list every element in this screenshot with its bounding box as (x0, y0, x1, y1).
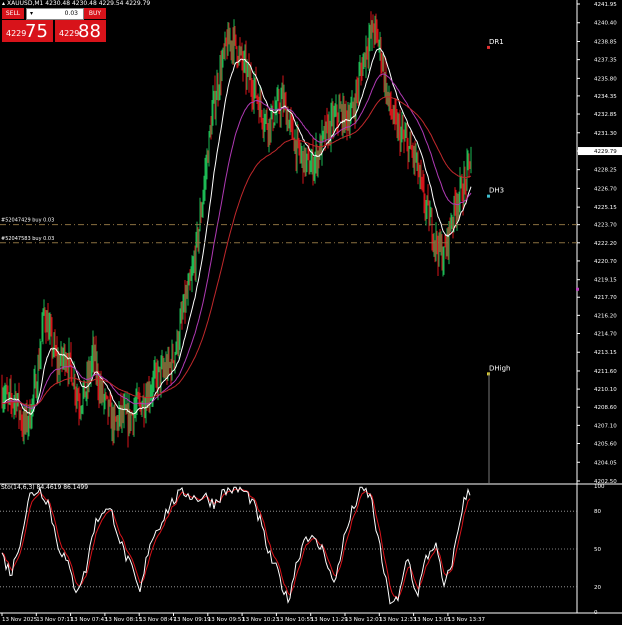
price-tick-label: 4211.60 (594, 369, 617, 375)
buy-price-prefix: 4229 (59, 29, 80, 38)
price-axis: 4241.95 4240.40 4238.85 4237.35 4235.80 4234.… (577, 2, 622, 485)
stoch-axis-label: 20 (594, 585, 601, 591)
chart-grid (0, 0, 622, 614)
time-tick-label: 13 Nov 11:29 (311, 617, 349, 623)
time-tick-label: 13 Nov 10:23 (242, 617, 280, 623)
time-tick-label: 13 Nov 08:47 (139, 617, 177, 623)
time-tick-label: 13 Nov 2025 (2, 617, 38, 623)
one-click-trade-panel: SELL ▾ 0.03 BUY 4229 75 4229 88 (2, 8, 106, 42)
price-tick-label: 4219.15 (594, 278, 617, 284)
price-tick-label: 4240.40 (594, 21, 617, 27)
level-markers: DR1 DH3 DHigh (487, 38, 579, 483)
sell-price-prefix: 4229 (6, 29, 27, 38)
price-tick-label: 4216.20 (594, 313, 617, 319)
price-tick-label: 4235.80 (594, 76, 617, 82)
price-tick-label: 4228.25 (594, 168, 617, 174)
order-label-1: #52047583 buy 0.03 (1, 236, 54, 242)
sell-price-pips: 75 (25, 21, 48, 42)
price-tick-label: 4238.85 (594, 39, 617, 45)
order-label-0: #52047429 buy 0.03 (1, 218, 54, 224)
ma-fast-line (1, 47, 472, 415)
chart-title: ▴ XAUUSD,M1 4230.48 4230.48 4229.54 4229.… (2, 0, 150, 7)
price-tick-label: 4204.05 (594, 460, 617, 466)
time-tick-label: 13 Nov 08:15 (105, 617, 143, 623)
price-tick-label: 4222.20 (594, 241, 617, 247)
level-label-2: DHigh (489, 364, 510, 372)
time-tick-label: 13 Nov 07:43 (71, 617, 109, 623)
price-tick-label: 4234.35 (594, 94, 617, 100)
stoch-main-line (1, 486, 471, 605)
stochastic-subwindow: 100 80 50 20 0 (0, 484, 605, 616)
purple-marker (576, 287, 579, 291)
time-tick-label: 13 Nov 13:37 (448, 617, 486, 623)
stoch-axis-label: 0 (594, 610, 598, 616)
time-axis: 13 Nov 2025 13 Nov 07:1113 Nov 07:4313 No… (1, 613, 486, 623)
price-tick-label: 4217.70 (594, 295, 617, 301)
price-tick-label: 4223.70 (594, 223, 617, 229)
time-tick-label: 13 Nov 13:05 (414, 617, 452, 623)
price-tick-label: 4213.15 (594, 350, 617, 356)
candlestick-series (1, 11, 472, 448)
buy-price-pips: 88 (78, 21, 101, 42)
buy-button[interactable]: BUY (84, 8, 106, 19)
price-tick-label: 4210.10 (594, 387, 617, 393)
stoch-axis-label: 100 (594, 484, 605, 490)
price-tick-label: 4229.79 (594, 149, 617, 155)
price-tick-label: 4237.35 (594, 58, 617, 64)
time-tick-label: 13 Nov 10:55 (276, 617, 314, 623)
price-tick-label: 4220.70 (594, 259, 617, 265)
chevron-down-icon[interactable]: ▾ (30, 9, 33, 19)
triangle-icon: ▴ (2, 0, 6, 7)
time-tick-label: 13 Nov 07:11 (36, 617, 73, 623)
time-tick-label: 13 Nov 12:01 (345, 617, 382, 623)
price-chart[interactable]: #52047429 buy 0.03 #52047583 buy 0.03 DR1… (0, 0, 622, 625)
stoch-signal-line (1, 488, 471, 599)
price-tick-label: 4231.30 (594, 131, 617, 137)
price-tick-label: 4241.95 (594, 2, 617, 8)
price-tick-label: 4205.60 (594, 442, 617, 448)
price-tick-label: 4207.10 (594, 423, 617, 429)
stoch-axis-label: 80 (594, 509, 601, 515)
volume-value: 0.03 (64, 10, 78, 17)
moving-averages (1, 47, 472, 415)
price-tick-label: 4232.85 (594, 112, 617, 118)
price-tick-label: 4225.15 (594, 205, 617, 211)
buy-price-button[interactable]: 4229 88 (55, 20, 106, 42)
price-tick-label: 4226.70 (594, 186, 617, 192)
level-marker-0 (487, 45, 490, 49)
level-label-0: DR1 (489, 38, 504, 46)
sell-price-button[interactable]: 4229 75 (2, 20, 53, 42)
stoch-axis-label: 50 (594, 547, 601, 553)
stochastic-label: Sto(14,6,3) 84.4619 86.1499 (1, 484, 89, 491)
time-tick-label: 13 Nov 12:33 (379, 617, 417, 623)
volume-field[interactable]: ▾ 0.03 (26, 8, 84, 20)
symbol-info: XAUUSD,M1 4230.48 4230.48 4229.54 4229.7… (7, 0, 151, 7)
sell-button[interactable]: SELL (2, 8, 24, 19)
level-marker-1 (487, 194, 490, 198)
price-tick-label: 4208.60 (594, 405, 617, 411)
time-tick-label: 13 Nov 09:51 (208, 617, 245, 623)
time-tick-label: 13 Nov 09:19 (174, 617, 212, 623)
price-tick-label: 4214.70 (594, 331, 617, 337)
level-label-1: DH3 (489, 187, 504, 195)
ma-mid-line (1, 73, 472, 410)
order-lines[interactable]: #52047429 buy 0.03 #52047583 buy 0.03 (0, 218, 577, 244)
